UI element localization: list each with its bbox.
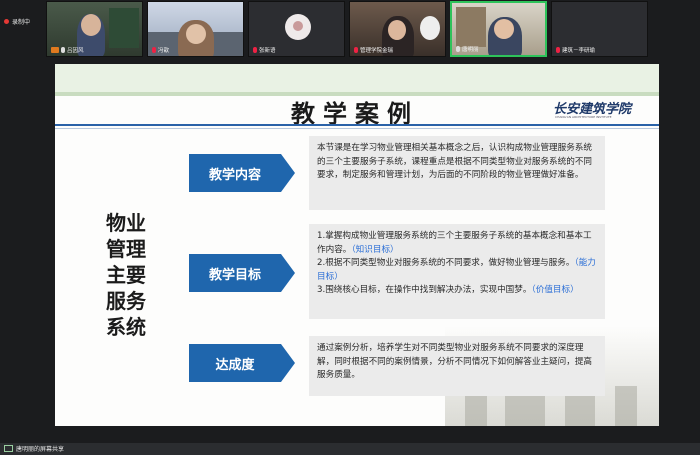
vertical-topic-title: 物业 管理 主要 服务 系统 bbox=[106, 211, 146, 339]
participant-tile[interactable]: 吕因风 bbox=[46, 1, 143, 57]
participant-tile[interactable]: 建筑－李研瑜 bbox=[551, 1, 648, 57]
slide-header-band bbox=[55, 64, 659, 92]
section-text-content: 本节课是在学习物业管理相关基本概念之后，认识构成物业管理服务系统的三个主要服务子… bbox=[309, 136, 605, 210]
screen-share-indicator[interactable]: 唐明丽的屏幕共享 bbox=[4, 444, 64, 453]
participant-tile-active-speaker[interactable]: 唐明丽 bbox=[450, 1, 547, 57]
host-badge-icon bbox=[51, 47, 59, 53]
participant-name: 唐明丽 bbox=[456, 45, 479, 53]
bottom-status-bar bbox=[0, 443, 700, 455]
goal-3-tag: （价值目标） bbox=[531, 285, 579, 296]
section-arrow-achievement: 达成度 bbox=[189, 344, 295, 382]
title-divider bbox=[55, 124, 659, 126]
avatar bbox=[285, 14, 311, 40]
recording-indicator[interactable]: 录制中 bbox=[4, 17, 30, 26]
mic-muted-icon bbox=[253, 47, 257, 53]
mic-muted-icon bbox=[556, 47, 560, 53]
title-divider-thin bbox=[55, 128, 659, 129]
participant-name: 冯歆 bbox=[152, 46, 169, 54]
participant-strip: 吕因风 冯歆 张新语 管理学院金瑞 唐明丽 建筑－李研瑜 bbox=[46, 1, 648, 57]
section-arrow-goals: 教学目标 bbox=[189, 254, 295, 292]
monitor-icon bbox=[4, 445, 13, 452]
participant-tile[interactable]: 冯歆 bbox=[147, 1, 244, 57]
section-arrow-content: 教学内容 bbox=[189, 154, 295, 192]
participant-name: 张新语 bbox=[253, 46, 276, 54]
section-label: 教学内容 bbox=[208, 167, 261, 183]
section-label: 达成度 bbox=[215, 357, 255, 373]
participant-name: 吕因风 bbox=[51, 46, 84, 54]
school-logo-subtext: CHANG'AN ARCHITECTURE INSTITUTE bbox=[555, 115, 612, 119]
goal-1-tag: （知识目标） bbox=[351, 244, 399, 255]
participant-name: 建筑－李研瑜 bbox=[556, 46, 595, 54]
mic-muted-icon bbox=[152, 47, 156, 53]
screen-share-label: 唐明丽的屏幕共享 bbox=[16, 446, 65, 453]
section-label: 教学目标 bbox=[208, 267, 261, 283]
shared-screen: 教学案例 长安建筑学院 CHANG'AN ARCHITECTURE INSTIT… bbox=[55, 64, 659, 426]
participant-name: 管理学院金瑞 bbox=[354, 46, 393, 54]
mic-muted-icon bbox=[354, 47, 358, 53]
participant-tile[interactable]: 管理学院金瑞 bbox=[349, 1, 446, 57]
mic-icon bbox=[61, 47, 65, 53]
goal-2: 2.根据不同类型物业对服务系统的不同要求，做好物业管理与服务。 bbox=[317, 258, 575, 269]
section-text-achievement: 通过案例分析，培养学生对不同类型物业对服务系统不同要求的深度理解，同时根据不同的… bbox=[309, 336, 605, 396]
recording-label: 录制中 bbox=[12, 19, 31, 26]
participant-tile[interactable]: 张新语 bbox=[248, 1, 345, 57]
mic-icon bbox=[456, 46, 460, 52]
goal-3: 3.围绕核心目标，在操作中找到解决办法，实现中国梦。 bbox=[317, 285, 532, 296]
record-dot-icon bbox=[4, 19, 9, 24]
section-text-goals: 1.掌握构成物业管理服务系统的三个主要服务子系统的基本概念和基本工作内容。（知识… bbox=[309, 224, 605, 319]
